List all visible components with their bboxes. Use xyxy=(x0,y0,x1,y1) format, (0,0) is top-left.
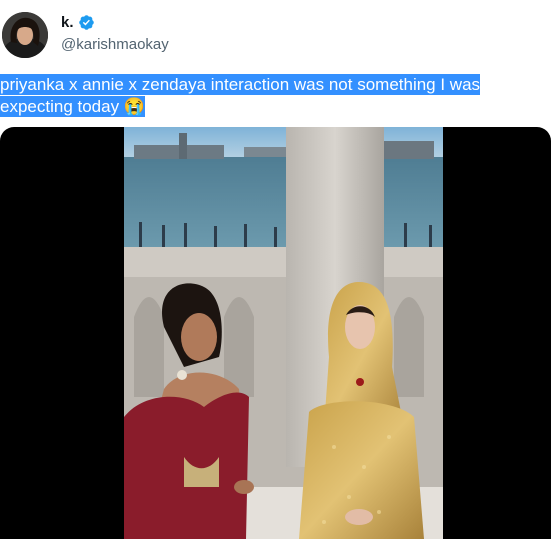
avatar[interactable] xyxy=(2,12,48,58)
name-row: k. xyxy=(61,14,95,31)
crying-emoji-icon: 😭 xyxy=(123,97,145,116)
video-player[interactable] xyxy=(0,127,551,539)
tweet-text-line-2-text: expecting today xyxy=(0,97,120,116)
display-name[interactable]: k. xyxy=(61,14,74,31)
tweet-text-line-2: expecting today 😭 xyxy=(0,96,145,117)
verified-badge-icon xyxy=(78,15,94,30)
tweet-text-line-1: priyanka x annie x zendaya interaction w… xyxy=(0,74,481,95)
tweet-text: priyanka x annie x zendaya interaction w… xyxy=(0,74,520,118)
video-still-image xyxy=(124,127,443,539)
video-frame[interactable] xyxy=(124,127,443,539)
user-handle[interactable]: @karishmaokay xyxy=(61,36,169,53)
tweet-header: k. @karishmaokay xyxy=(0,0,551,70)
